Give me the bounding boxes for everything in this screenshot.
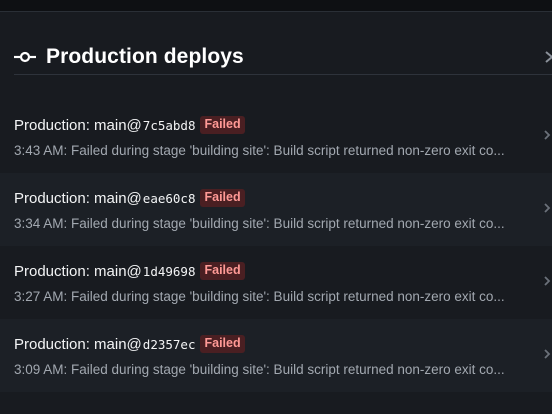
- deploy-branch: Production: main@: [14, 189, 142, 207]
- deploy-title: Production: main@ 7c5abd8 Failed: [14, 116, 245, 134]
- top-bar: [0, 0, 552, 12]
- deploy-row[interactable]: Production: main@ d2357ec Failed 3:09 AM…: [0, 319, 552, 392]
- deploy-row[interactable]: Production: main@ 1d49698 Failed 3:27 AM…: [0, 246, 552, 319]
- section-title: Production deploys: [46, 45, 244, 68]
- deploy-title: Production: main@ eae60c8 Failed: [14, 189, 245, 207]
- deploy-commit-hash: d2357ec: [142, 336, 196, 352]
- chevron-right-icon[interactable]: [543, 275, 551, 287]
- chevron-right-icon[interactable]: [543, 348, 551, 360]
- deploy-commit-hash: eae60c8: [142, 190, 196, 206]
- commit-icon: [14, 51, 36, 63]
- chevron-right-icon[interactable]: [543, 202, 551, 214]
- deploy-list: Production: main@ 7c5abd8 Failed 3:43 AM…: [0, 100, 552, 392]
- section-header[interactable]: Production deploys: [14, 40, 552, 75]
- status-badge: Failed: [200, 116, 245, 134]
- chevron-right-icon[interactable]: [544, 50, 552, 64]
- deploy-commit-hash: 7c5abd8: [142, 117, 196, 133]
- status-badge: Failed: [200, 189, 245, 207]
- deploy-branch: Production: main@: [14, 116, 142, 134]
- deploy-summary: 3:09 AM: Failed during stage 'building s…: [14, 362, 505, 377]
- status-badge: Failed: [200, 262, 245, 280]
- deploy-summary: 3:43 AM: Failed during stage 'building s…: [14, 143, 505, 158]
- deploy-summary: 3:27 AM: Failed during stage 'building s…: [14, 289, 505, 304]
- status-badge: Failed: [200, 335, 245, 353]
- deploy-summary: 3:34 AM: Failed during stage 'building s…: [14, 216, 505, 231]
- deploy-row[interactable]: Production: main@ eae60c8 Failed 3:34 AM…: [0, 173, 552, 246]
- deploy-title: Production: main@ d2357ec Failed: [14, 335, 245, 353]
- deploy-title: Production: main@ 1d49698 Failed: [14, 262, 245, 280]
- deploy-branch: Production: main@: [14, 262, 142, 280]
- deploy-branch: Production: main@: [14, 335, 142, 353]
- chevron-right-icon[interactable]: [543, 129, 551, 141]
- deploy-commit-hash: 1d49698: [142, 263, 196, 279]
- deploy-row[interactable]: Production: main@ 7c5abd8 Failed 3:43 AM…: [0, 100, 552, 173]
